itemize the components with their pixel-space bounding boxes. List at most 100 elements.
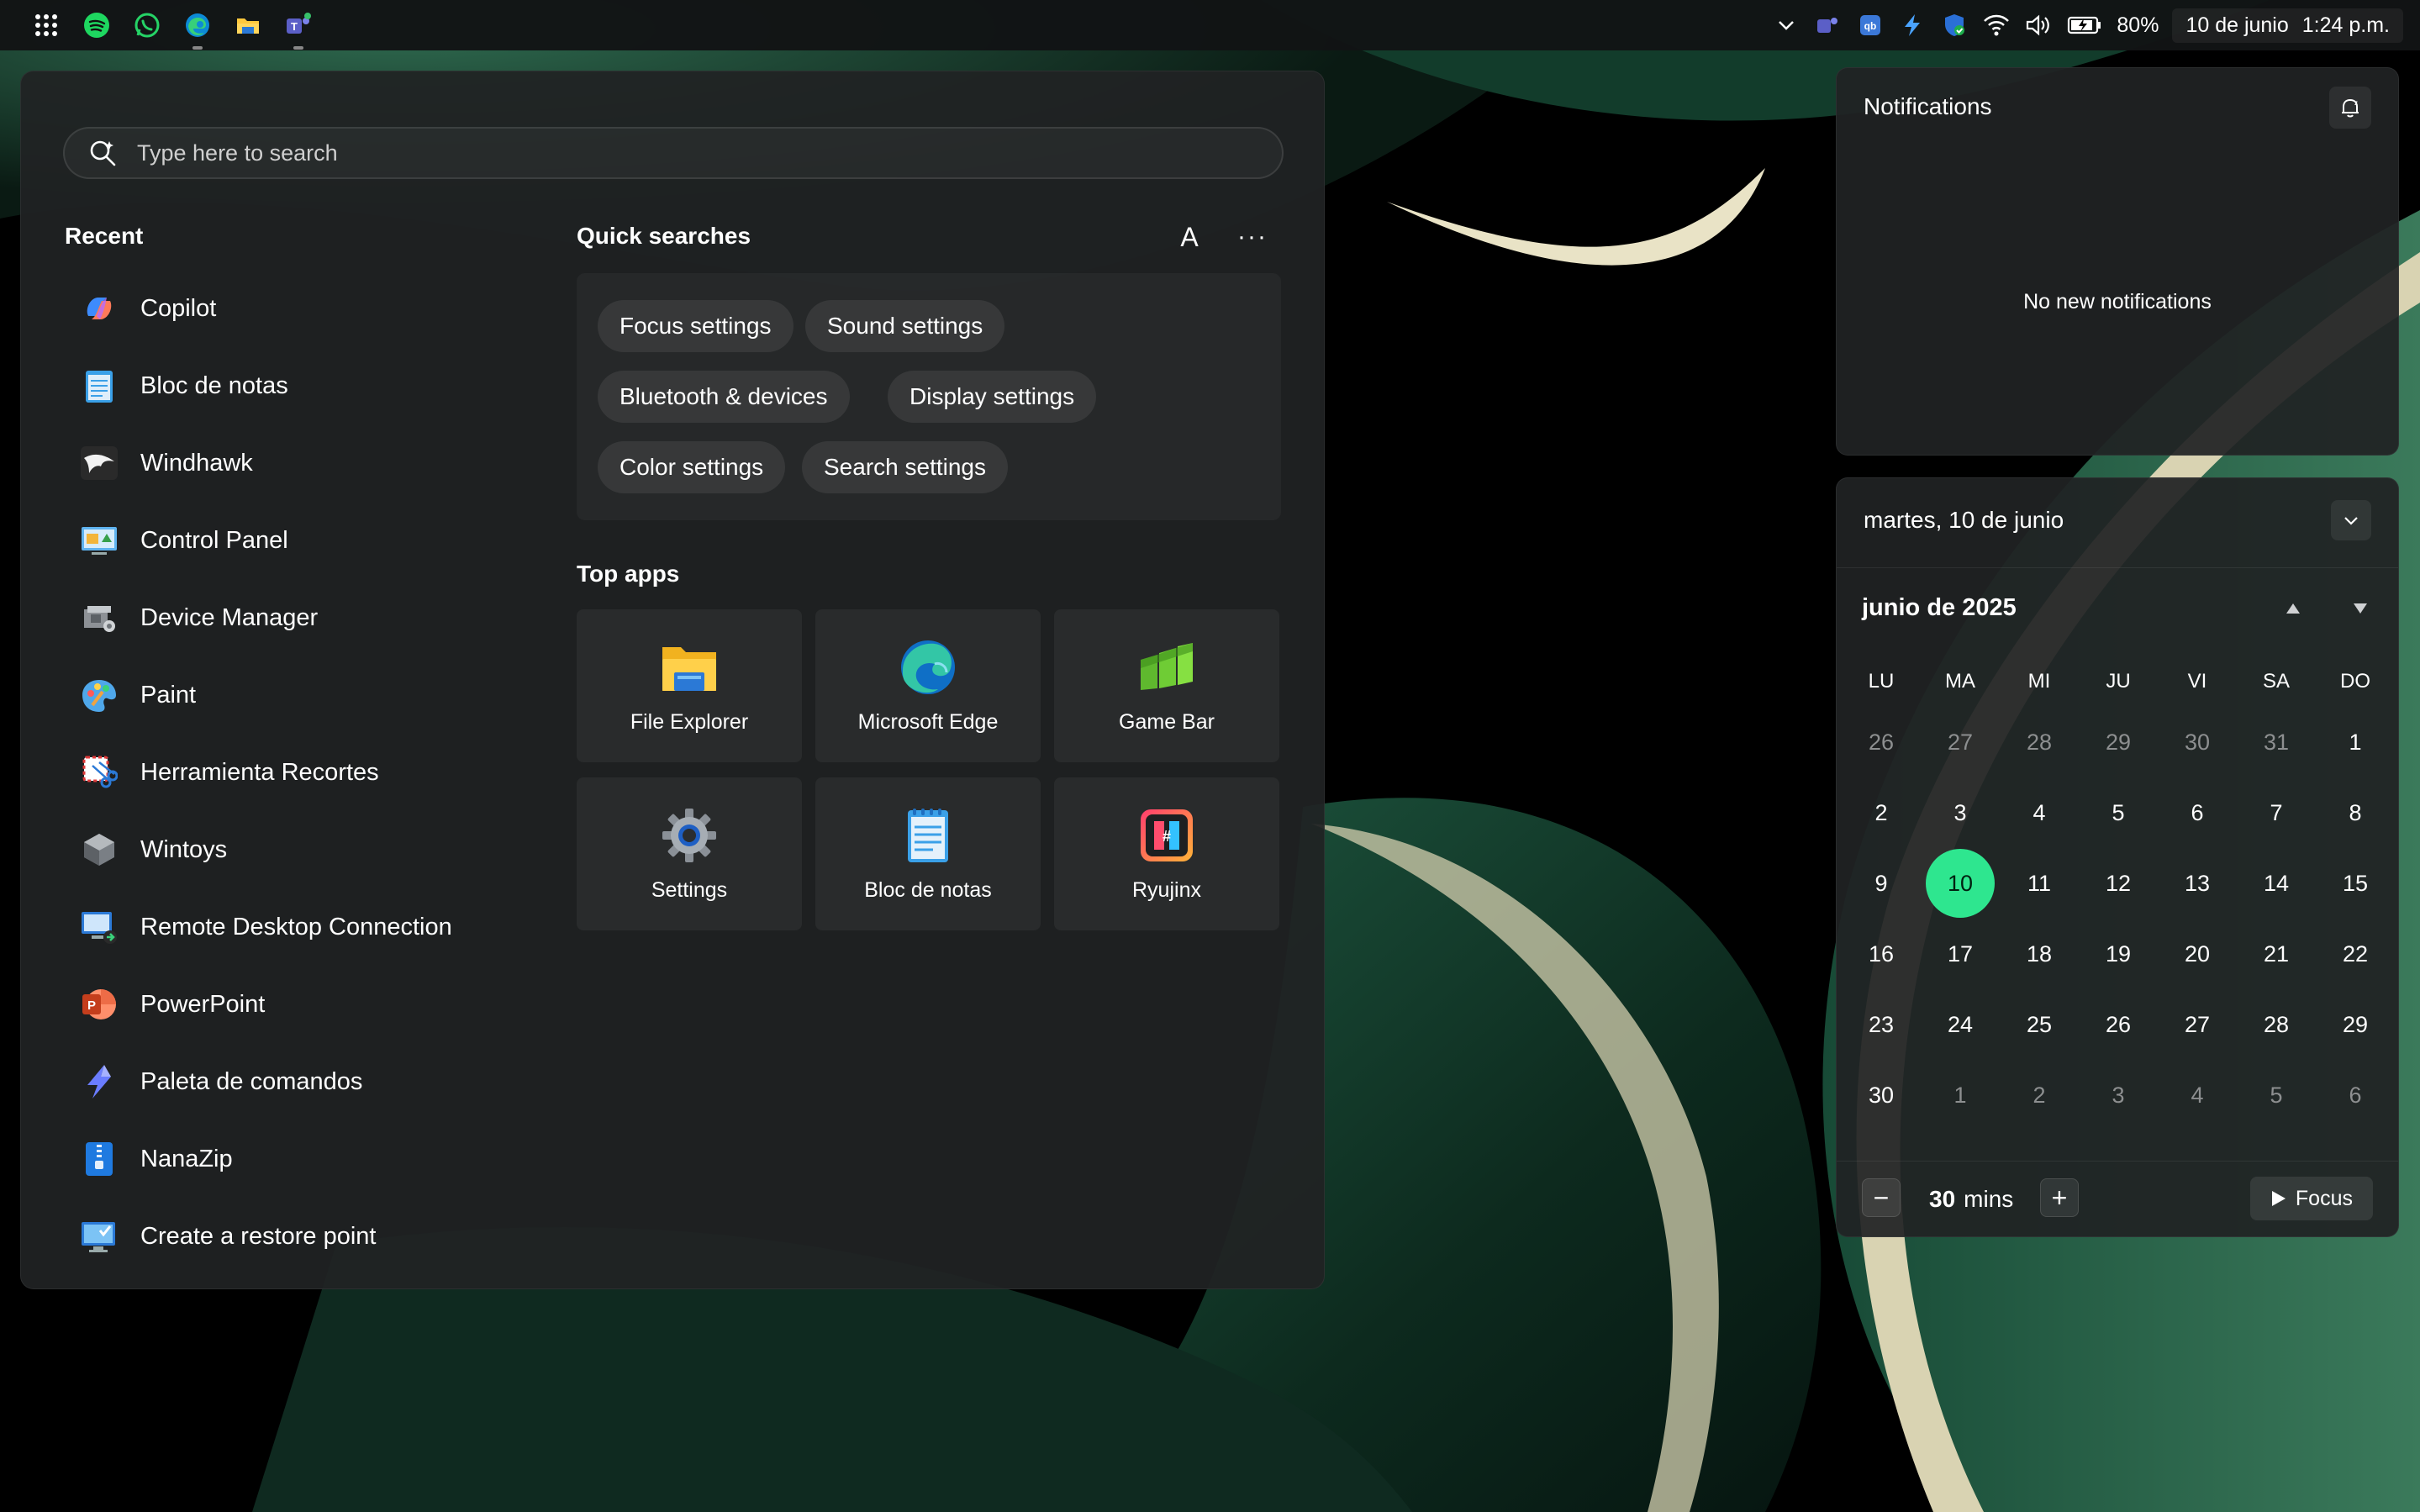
calendar-day[interactable]: 15 (2316, 848, 2395, 919)
top-app-file-explorer[interactable]: File Explorer (577, 609, 802, 762)
calendar-day[interactable]: 29 (2079, 707, 2158, 777)
calendar-day[interactable]: 6 (2158, 777, 2237, 848)
calendar-day[interactable]: 7 (2237, 777, 2316, 848)
calendar-day[interactable]: 27 (1921, 707, 2000, 777)
recent-item-wintoys[interactable]: Wintoys (71, 811, 542, 888)
calendar-day[interactable]: 14 (2237, 848, 2316, 919)
calendar-day[interactable]: 30 (2158, 707, 2237, 777)
calendar-day[interactable]: 1 (1921, 1060, 2000, 1130)
teams-tray-icon[interactable] (1814, 11, 1843, 40)
file-explorer-icon[interactable] (232, 9, 264, 41)
qbittorrent-icon[interactable]: qb (1856, 11, 1885, 40)
top-app-game-bar[interactable]: Game Bar (1054, 609, 1279, 762)
calendar-day[interactable]: 20 (2158, 919, 2237, 989)
wifi-icon[interactable] (1982, 11, 2011, 40)
calendar-day[interactable]: 5 (2237, 1060, 2316, 1130)
no-notifications-text: No new notifications (2023, 290, 2212, 313)
calendar-day[interactable]: 23 (1842, 989, 1921, 1060)
calendar-next-month-button[interactable] (2339, 587, 2381, 630)
recent-item-copilot[interactable]: Copilot (71, 270, 542, 347)
recent-title: Recent (65, 223, 144, 249)
calendar-day[interactable]: 21 (2237, 919, 2316, 989)
whatsapp-icon[interactable] (131, 9, 163, 41)
clock-button[interactable]: 10 de junio 1:24 p.m. (2172, 8, 2403, 43)
calendar-day[interactable]: 2 (2000, 1060, 2079, 1130)
battery-icon[interactable] (2066, 11, 2103, 40)
recent-item-herramienta-recortes[interactable]: Herramienta Recortes (71, 734, 542, 811)
calendar-day[interactable]: 4 (2158, 1060, 2237, 1130)
chip-display-settings[interactable]: Display settings (888, 371, 1097, 423)
recent-item-control-panel[interactable]: Control Panel (71, 502, 542, 579)
recent-item-powerpoint[interactable]: P PowerPoint (71, 966, 542, 1043)
chip-search-settings[interactable]: Search settings (802, 441, 1008, 493)
search-box[interactable] (63, 127, 1284, 179)
top-app-bloc-de-notas[interactable]: Bloc de notas (815, 777, 1041, 930)
chevron-down-icon (2344, 517, 2358, 525)
calendar-day[interactable]: 29 (2316, 989, 2395, 1060)
powertoys-icon[interactable] (1898, 11, 1927, 40)
calendar-day[interactable]: 5 (2079, 777, 2158, 848)
calendar-day[interactable]: 18 (2000, 919, 2079, 989)
calendar-day[interactable]: 6 (2316, 1060, 2395, 1130)
recent-item-bloc-de-notas[interactable]: Bloc de notas (71, 347, 542, 424)
apps-grid-icon[interactable] (30, 9, 62, 41)
calendar-day[interactable]: 26 (2079, 989, 2158, 1060)
calendar-day[interactable]: 19 (2079, 919, 2158, 989)
spotify-icon[interactable] (81, 9, 113, 41)
chip-color-settings[interactable]: Color settings (598, 441, 786, 493)
more-options-button[interactable]: ··· (1231, 216, 1273, 258)
volume-icon[interactable] (2024, 11, 2053, 40)
search-panel: Recent Copilot Bloc de notas Windhawk Co… (20, 71, 1325, 1289)
focus-start-button[interactable]: Focus (2249, 1177, 2373, 1220)
calendar-month-label[interactable]: junio de 2025 (1862, 594, 2017, 622)
calendar-day[interactable]: 31 (2237, 707, 2316, 777)
top-app-settings[interactable]: Settings (577, 777, 802, 930)
calendar-day[interactable]: 13 (2158, 848, 2237, 919)
calendar-day[interactable]: 3 (2079, 1060, 2158, 1130)
calendar-collapse-button[interactable] (2331, 500, 2371, 540)
recent-item-remote-desktop-connection[interactable]: Remote Desktop Connection (71, 888, 542, 966)
chip-sound-settings[interactable]: Sound settings (805, 300, 1005, 352)
account-button[interactable]: A (1168, 216, 1210, 258)
calendar-week-row: 9 10 11 12 13 14 15 (1842, 848, 2395, 919)
calendar-day[interactable]: 3 (1921, 777, 2000, 848)
top-app-ryujinx[interactable]: # Ryujinx (1054, 777, 1279, 930)
defender-icon[interactable] (1940, 11, 1969, 40)
recent-item-paleta-de-comandos[interactable]: Paleta de comandos (71, 1043, 542, 1120)
calendar-day[interactable]: 11 (2000, 848, 2079, 919)
recent-item-device-manager[interactable]: Device Manager (71, 579, 542, 656)
focus-increase-button[interactable]: + (2040, 1178, 2079, 1217)
calendar-day[interactable]: 9 (1842, 848, 1921, 919)
battery-percent[interactable]: 80% (2117, 13, 2159, 38)
teams-icon[interactable]: T (282, 9, 314, 50)
calendar-day[interactable]: 22 (2316, 919, 2395, 989)
calendar-day[interactable]: 28 (2237, 989, 2316, 1060)
notification-settings-button[interactable]: z (2329, 87, 2371, 129)
calendar-day-today[interactable]: 10 (1921, 848, 2000, 919)
calendar-day[interactable]: 25 (2000, 989, 2079, 1060)
search-input[interactable] (135, 139, 1147, 167)
calendar-day[interactable]: 12 (2079, 848, 2158, 919)
calendar-day[interactable]: 27 (2158, 989, 2237, 1060)
calendar-day[interactable]: 1 (2316, 707, 2395, 777)
calendar-day[interactable]: 2 (1842, 777, 1921, 848)
calendar-day[interactable]: 28 (2000, 707, 2079, 777)
calendar-day[interactable]: 8 (2316, 777, 2395, 848)
calendar-day[interactable]: 4 (2000, 777, 2079, 848)
calendar-day[interactable]: 16 (1842, 919, 1921, 989)
top-app-microsoft-edge[interactable]: Microsoft Edge (815, 609, 1041, 762)
recent-item-paint[interactable]: Paint (71, 656, 542, 734)
focus-decrease-button[interactable]: − (1862, 1178, 1901, 1217)
calendar-day[interactable]: 24 (1921, 989, 2000, 1060)
recent-item-nanazip[interactable]: NanaZip (71, 1120, 542, 1198)
calendar-day[interactable]: 26 (1842, 707, 1921, 777)
chip-focus-settings[interactable]: Focus settings (598, 300, 793, 352)
calendar-day[interactable]: 17 (1921, 919, 2000, 989)
calendar-prev-month-button[interactable] (2272, 587, 2314, 630)
recent-item-windhawk[interactable]: Windhawk (71, 424, 542, 502)
calendar-day[interactable]: 30 (1842, 1060, 1921, 1130)
edge-icon[interactable] (182, 9, 214, 50)
chip-bluetooth-devices[interactable]: Bluetooth & devices (598, 371, 850, 423)
chevron-down-icon[interactable] (1772, 11, 1801, 40)
recent-item-create-a-restore-point[interactable]: Create a restore point (71, 1198, 542, 1275)
